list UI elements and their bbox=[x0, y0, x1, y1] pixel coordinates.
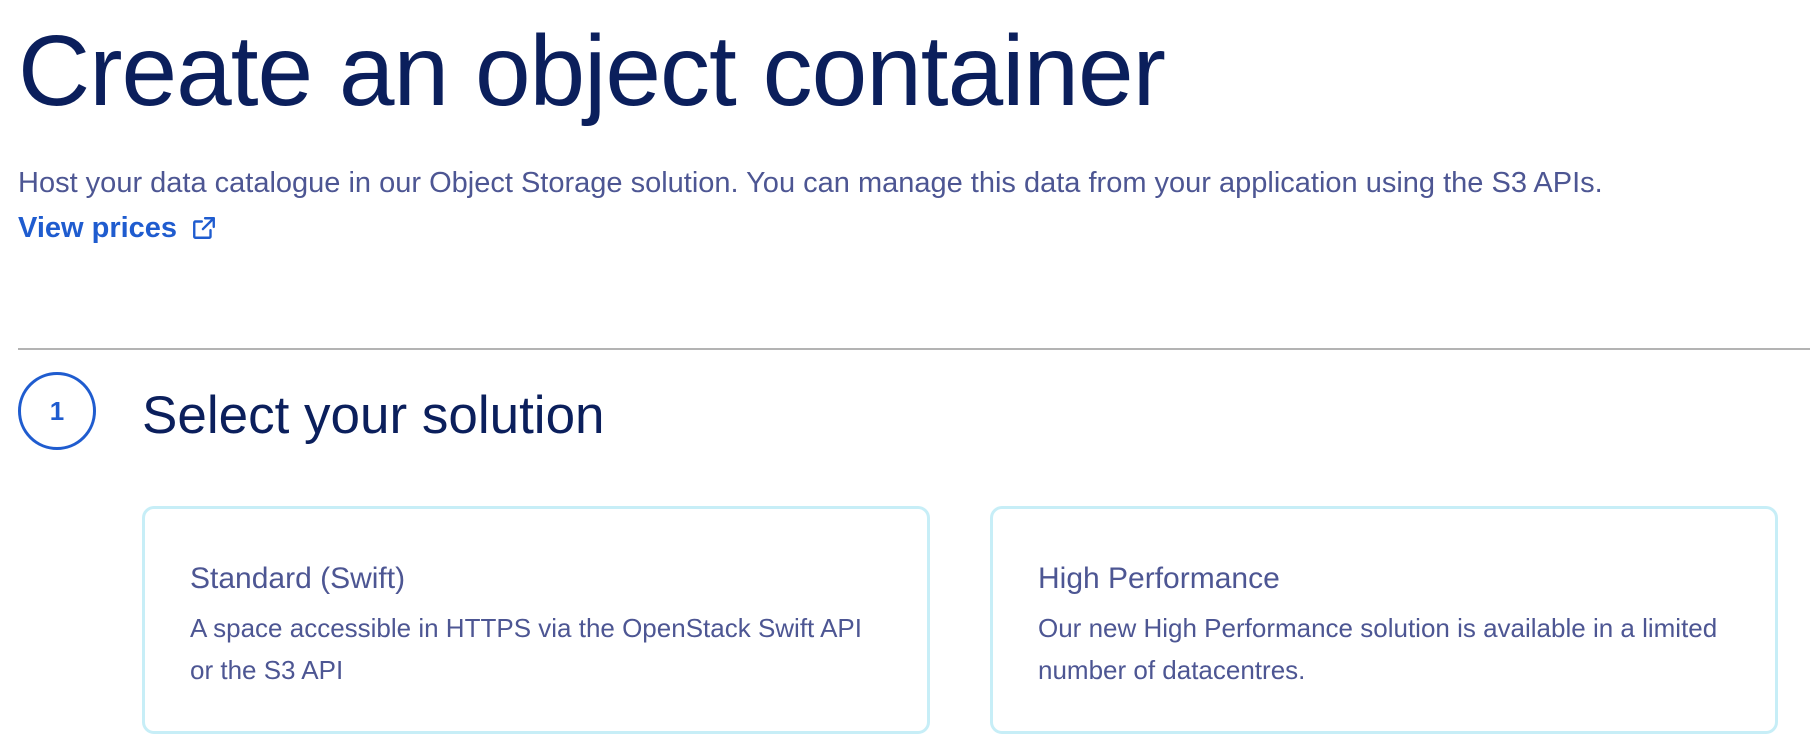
page-description: Host your data catalogue in our Object S… bbox=[18, 167, 1603, 199]
step-number-badge: 1 bbox=[18, 372, 96, 450]
solution-card-title: High Performance bbox=[1038, 562, 1280, 595]
view-prices-label: View prices bbox=[18, 212, 178, 244]
external-link-icon bbox=[191, 215, 217, 241]
step-number: 1 bbox=[49, 395, 65, 426]
solution-card-standard-swift[interactable]: Standard (Swift) A space accessible in H… bbox=[142, 506, 930, 734]
solution-card-high-performance[interactable]: High Performance Our new High Performanc… bbox=[990, 506, 1778, 734]
step-title: Select your solution bbox=[142, 386, 605, 445]
solution-card-description: Our new High Performance solution is ava… bbox=[1038, 613, 1718, 685]
page: Create an object container Host your dat… bbox=[0, 0, 1810, 744]
page-title: Create an object container bbox=[18, 15, 1166, 127]
solution-card-title: Standard (Swift) bbox=[190, 562, 406, 595]
view-prices-link[interactable]: View prices bbox=[18, 210, 217, 246]
section-divider bbox=[18, 348, 1810, 350]
solution-card-description: A space accessible in HTTPS via the Open… bbox=[190, 613, 862, 685]
